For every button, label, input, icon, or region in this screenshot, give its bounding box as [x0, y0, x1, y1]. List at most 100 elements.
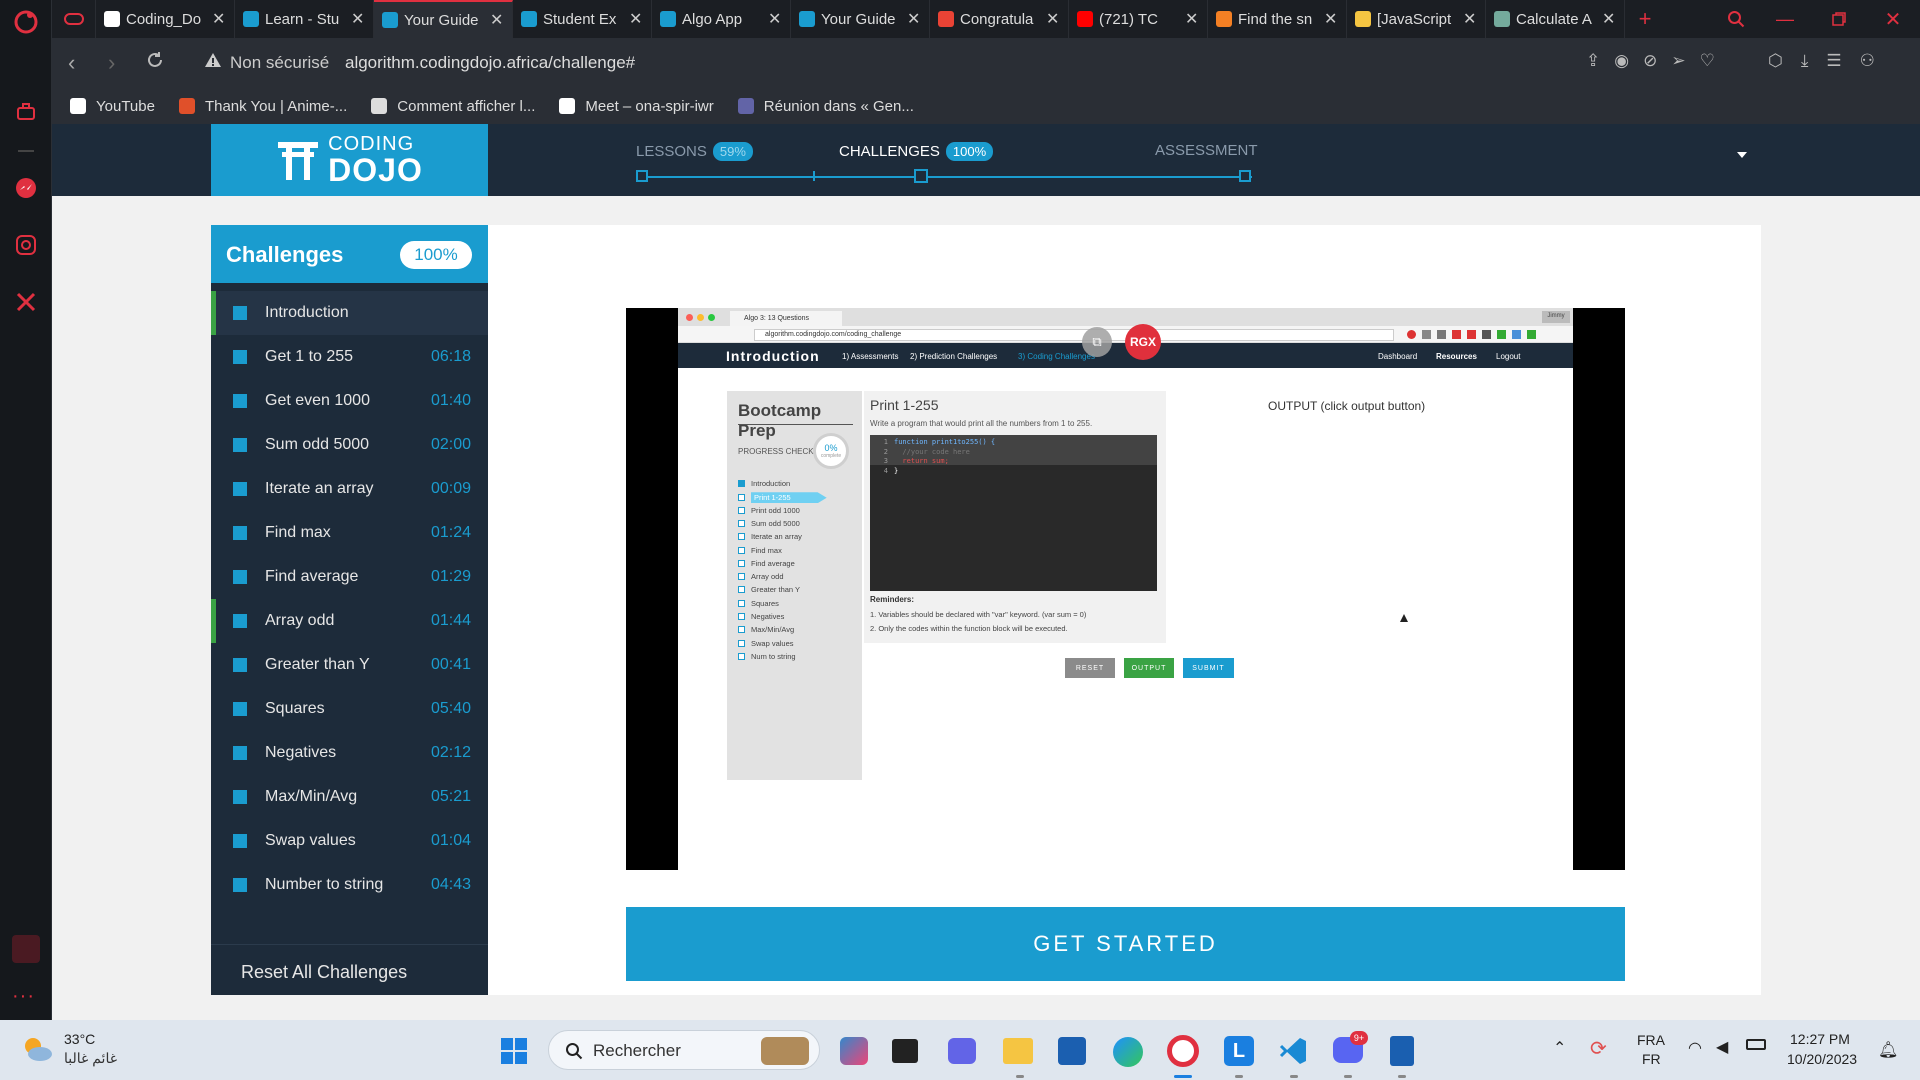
minimize-button[interactable]: —: [1758, 9, 1812, 30]
close-tab-icon[interactable]: ✕: [1324, 9, 1338, 29]
reload-icon[interactable]: [146, 51, 164, 74]
easy-setup-icon[interactable]: ☰: [1826, 51, 1841, 71]
close-tab-icon[interactable]: ✕: [629, 9, 643, 29]
windows-start-icon[interactable]: [500, 1037, 528, 1070]
edge-icon[interactable]: [1113, 1037, 1143, 1067]
restore-button[interactable]: [1812, 12, 1866, 26]
copilot-icon[interactable]: [840, 1037, 868, 1065]
lang-bottom[interactable]: FR: [1642, 1051, 1661, 1067]
challenge-item[interactable]: Find max 01:24: [211, 511, 488, 555]
close-tab-icon[interactable]: ✕: [907, 9, 921, 29]
camera-icon[interactable]: ◉: [1614, 51, 1629, 71]
chevron-up-icon[interactable]: ⌃: [1553, 1038, 1566, 1058]
lockdown-icon[interactable]: L: [1224, 1036, 1254, 1066]
back-icon[interactable]: ‹: [68, 50, 75, 76]
more-icon[interactable]: ···: [12, 985, 35, 1008]
opera-logo-icon[interactable]: [0, 2, 52, 42]
lang-top[interactable]: FRA: [1637, 1032, 1665, 1048]
close-tab-icon[interactable]: ✕: [1185, 9, 1199, 29]
challenge-item[interactable]: Find average 01:29: [211, 555, 488, 599]
search-tabs-icon[interactable]: [1714, 10, 1758, 28]
nav-lessons[interactable]: LESSONS 59%: [636, 142, 753, 161]
sidebar-app-icon[interactable]: [12, 935, 40, 963]
heart-icon[interactable]: ♡: [1700, 51, 1715, 71]
reset-all-challenges-button[interactable]: Reset All Challenges: [241, 962, 407, 983]
url-input[interactable]: algorithm.codingdojo.africa/challenge#: [345, 53, 945, 73]
challenge-item[interactable]: Number to string 04:43: [211, 863, 488, 907]
battery-icon[interactable]: [1746, 1039, 1766, 1050]
browser-tab[interactable]: Congratula ✕: [930, 0, 1069, 38]
challenge-item[interactable]: Squares 05:40: [211, 687, 488, 731]
clock-date[interactable]: 10/20/2023: [1787, 1051, 1857, 1067]
browser-tab[interactable]: Your Guide ✕: [791, 0, 930, 38]
browser-tab[interactable]: Student Ex ✕: [513, 0, 652, 38]
file-explorer-icon[interactable]: [1003, 1038, 1033, 1064]
close-tab-icon[interactable]: ✕: [768, 9, 782, 29]
bookmark-item[interactable]: Comment afficher l...: [371, 98, 535, 115]
weather-icon[interactable]: [20, 1034, 54, 1069]
profile-icon[interactable]: ⚇: [1860, 51, 1875, 71]
browser-tab[interactable]: [JavaScript ✕: [1347, 0, 1486, 38]
briefcase-icon[interactable]: [0, 92, 52, 132]
output-button[interactable]: OUTPUT: [1124, 658, 1174, 678]
teams-icon[interactable]: [948, 1038, 976, 1064]
clock-time[interactable]: 12:27 PM: [1790, 1031, 1850, 1047]
video-player[interactable]: Algo 3: 13 Questions Jimmy algorithm.cod…: [626, 308, 1625, 870]
bookmark-item[interactable]: Réunion dans « Gen...: [737, 98, 914, 115]
challenge-item[interactable]: Get 1 to 255 06:18: [211, 335, 488, 379]
browser-tab[interactable]: Your Guide ✕: [374, 0, 513, 38]
security-label[interactable]: Non sécurisé: [230, 53, 329, 73]
taskbar-search[interactable]: Rechercher: [548, 1030, 820, 1070]
challenge-item[interactable]: Swap values 01:04: [211, 819, 488, 863]
browser-tab[interactable]: (721) TC ✕: [1069, 0, 1208, 38]
bookmark-item[interactable]: YouTube: [70, 98, 155, 115]
get-started-button[interactable]: GET STARTED: [626, 907, 1625, 981]
close-tab-icon[interactable]: ✕: [212, 9, 226, 29]
reset-button[interactable]: RESET: [1065, 658, 1115, 678]
store-icon[interactable]: [1058, 1037, 1086, 1065]
challenge-item[interactable]: Max/Min/Avg 05:21: [211, 775, 488, 819]
forward-icon[interactable]: ›: [108, 50, 115, 76]
code-editor[interactable]: 1 function print1to255() {2 //your code h…: [870, 435, 1157, 591]
messenger-icon[interactable]: [0, 168, 52, 208]
challenge-item[interactable]: Iterate an array 00:09: [211, 467, 488, 511]
share-icon[interactable]: ⇪: [1586, 51, 1600, 71]
volume-icon[interactable]: ◀: [1716, 1037, 1728, 1057]
new-tab-button[interactable]: +: [1625, 6, 1665, 32]
challenge-item[interactable]: Greater than Y 00:41: [211, 643, 488, 687]
notepad-icon[interactable]: [1390, 1036, 1414, 1066]
close-window-button[interactable]: ✕: [1866, 7, 1920, 32]
vscode-icon[interactable]: [1278, 1036, 1308, 1066]
submit-button[interactable]: SUBMIT: [1183, 658, 1234, 678]
challenge-item[interactable]: Sum odd 5000 02:00: [211, 423, 488, 467]
opera-taskbar-icon[interactable]: [1167, 1035, 1199, 1067]
sync-icon[interactable]: ⟳: [1590, 1036, 1607, 1061]
cube-icon[interactable]: ⬡: [1768, 51, 1783, 71]
download-icon[interactable]: ⤓: [1801, 51, 1809, 71]
close-tab-icon[interactable]: ✕: [490, 10, 504, 30]
notification-bell-icon[interactable]: 🔔︎: [1878, 1040, 1898, 1060]
nav-assessment[interactable]: ASSESSMENT: [1155, 142, 1258, 159]
task-view-icon[interactable]: [892, 1039, 918, 1063]
browser-tab[interactable]: Find the sn ✕: [1208, 0, 1347, 38]
dropdown-caret-icon[interactable]: [1737, 152, 1747, 158]
rgx-badge[interactable]: RGX: [1125, 324, 1161, 360]
popout-video-icon[interactable]: ⧉: [1082, 327, 1112, 357]
browser-tab[interactable]: Calculate A ✕: [1486, 0, 1625, 38]
challenge-item[interactable]: Negatives 02:12: [211, 731, 488, 775]
close-tab-icon[interactable]: ✕: [1463, 9, 1477, 29]
challenge-item[interactable]: Introduction: [211, 291, 488, 335]
wifi-icon[interactable]: ◠: [1688, 1038, 1702, 1058]
instagram-icon[interactable]: [0, 225, 52, 265]
bookmark-item[interactable]: Thank You | Anime-...: [178, 98, 347, 115]
close-tab-icon[interactable]: ✕: [1602, 9, 1616, 29]
close-tab-icon[interactable]: ✕: [1046, 9, 1060, 29]
browser-tab[interactable]: Algo App ✕: [652, 0, 791, 38]
challenge-item[interactable]: Get even 1000 01:40: [211, 379, 488, 423]
browser-tab[interactable]: Coding_Do ✕: [96, 0, 235, 38]
x-twitter-icon[interactable]: [0, 282, 52, 322]
coding-dojo-logo[interactable]: CODING DOJO: [211, 124, 488, 196]
close-tab-icon[interactable]: ✕: [351, 9, 365, 29]
challenge-item[interactable]: Array odd 01:44: [211, 599, 488, 643]
gamepad-icon[interactable]: [52, 0, 96, 38]
